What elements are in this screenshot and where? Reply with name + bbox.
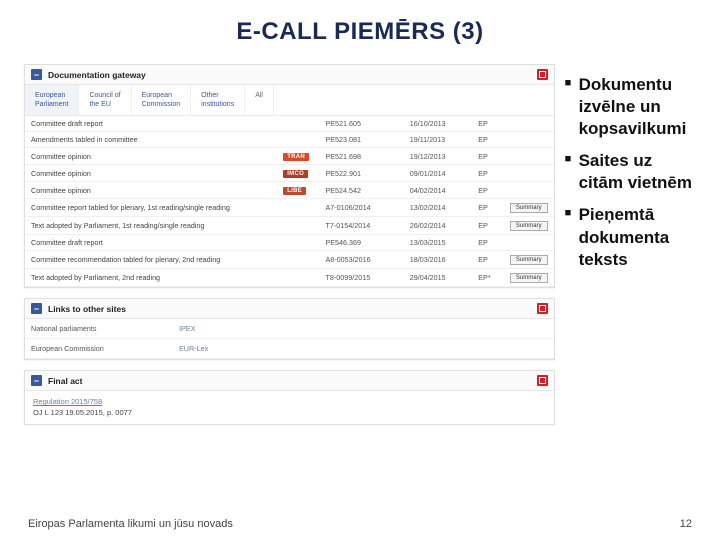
final-act-title: Final act bbox=[48, 376, 82, 386]
table-row: Text adopted by Parliament, 2nd reading T… bbox=[25, 269, 554, 287]
doc-reference[interactable]: A8-0053/2016 bbox=[319, 251, 403, 269]
doc-source: EP bbox=[472, 251, 504, 269]
bullet-item: Dokumentu izvēlne un kopsavilkumi bbox=[565, 74, 696, 140]
committee-badge: TRAN bbox=[283, 153, 309, 161]
table-row: Text adopted by Parliament, 1st reading/… bbox=[25, 217, 554, 235]
doc-description: Committee recommendation tabled for plen… bbox=[25, 251, 277, 269]
doc-gateway-title: Documentation gateway bbox=[48, 70, 146, 80]
source-tab[interactable]: Otherinstitutions bbox=[191, 85, 245, 115]
link-label: European Commission bbox=[25, 339, 173, 359]
table-row: Committee opinion LIBE PE524.54204/02/2014… bbox=[25, 182, 554, 199]
pdf-icon[interactable] bbox=[537, 303, 548, 314]
pdf-icon[interactable] bbox=[537, 375, 548, 386]
table-row: Committee report tabled for plenary, 1st… bbox=[25, 199, 554, 217]
final-act-panel: − Final act Regulation 2015/758 OJ L 123… bbox=[24, 370, 555, 425]
doc-date: 18/03/2016 bbox=[404, 251, 473, 269]
summary-button[interactable]: Summary bbox=[510, 221, 548, 231]
doc-date: 13/02/2014 bbox=[404, 199, 473, 217]
table-row: Committee opinion IMCO PE522.90109/01/2014… bbox=[25, 165, 554, 182]
doc-source: EP bbox=[472, 217, 504, 235]
committee-badge: IMCO bbox=[283, 170, 308, 178]
table-row: Committee draft report PE546.36913/03/201… bbox=[25, 235, 554, 251]
doc-date: 19/11/2013 bbox=[404, 132, 473, 148]
doc-description: Committee opinion bbox=[25, 182, 277, 199]
table-row: Committee draft report PE521.60516/10/201… bbox=[25, 116, 554, 132]
link-label: National parliaments bbox=[25, 319, 173, 339]
summary-button[interactable]: Summary bbox=[510, 203, 548, 213]
doc-reference[interactable]: PE546.369 bbox=[319, 235, 403, 251]
doc-source: EP bbox=[472, 165, 504, 182]
doc-description: Text adopted by Parliament, 1st reading/… bbox=[25, 217, 277, 235]
source-tab[interactable]: EuropeanCommission bbox=[132, 85, 192, 115]
doc-reference[interactable]: PE523.081 bbox=[319, 132, 403, 148]
external-link[interactable]: EUR-Lex bbox=[173, 339, 554, 359]
table-row: Committee opinion TRAN PE521.69819/12/2013… bbox=[25, 148, 554, 165]
screenshot-panel: − Documentation gateway EuropeanParliame… bbox=[24, 64, 555, 435]
doc-date: 19/12/2013 bbox=[404, 148, 473, 165]
doc-source: EP bbox=[472, 199, 504, 217]
links-panel: − Links to other sites National parliame… bbox=[24, 298, 555, 360]
doc-reference[interactable]: PE521.605 bbox=[319, 116, 403, 132]
bullet-item: Pieņemtā dokumenta teksts bbox=[565, 204, 696, 270]
documents-table: Committee draft report PE521.60516/10/201… bbox=[25, 116, 554, 287]
committee-badge: LIBE bbox=[283, 187, 306, 195]
external-link[interactable]: IPEX bbox=[173, 319, 554, 339]
source-tab[interactable]: EuropeanParliament bbox=[25, 85, 79, 115]
table-row: Committee recommendation tabled for plen… bbox=[25, 251, 554, 269]
doc-reference[interactable]: A7-0106/2014 bbox=[319, 199, 403, 217]
source-tab[interactable]: All bbox=[245, 85, 274, 115]
bullet-list: Dokumentu izvēlne un kopsavilkumi Saites … bbox=[565, 74, 696, 271]
doc-description: Committee draft report bbox=[25, 235, 277, 251]
doc-description: Committee report tabled for plenary, 1st… bbox=[25, 199, 277, 217]
doc-source: EP* bbox=[472, 269, 504, 287]
doc-source: EP bbox=[472, 182, 504, 199]
doc-date: 26/02/2014 bbox=[404, 217, 473, 235]
doc-source: EP bbox=[472, 235, 504, 251]
doc-date: 29/04/2015 bbox=[404, 269, 473, 287]
final-act-ref: OJ L 123 19.05.2015, p. 0077 bbox=[33, 408, 132, 417]
summary-button[interactable]: Summary bbox=[510, 273, 548, 283]
source-tab[interactable]: Council ofthe EU bbox=[79, 85, 131, 115]
bullet-item: Saites uz citām vietnēm bbox=[565, 150, 696, 194]
table-row: National parliamentsIPEX bbox=[25, 319, 554, 339]
doc-description: Text adopted by Parliament, 2nd reading bbox=[25, 269, 277, 287]
doc-date: 09/01/2014 bbox=[404, 165, 473, 182]
doc-source: EP bbox=[472, 116, 504, 132]
page-number: 12 bbox=[680, 518, 692, 530]
collapse-icon[interactable]: − bbox=[31, 303, 42, 314]
table-row: Amendments tabled in committee PE523.0811… bbox=[25, 132, 554, 148]
doc-source: EP bbox=[472, 148, 504, 165]
pdf-icon[interactable] bbox=[537, 69, 548, 80]
collapse-icon[interactable]: − bbox=[31, 69, 42, 80]
doc-reference[interactable]: T7-0154/2014 bbox=[319, 217, 403, 235]
doc-date: 16/10/2013 bbox=[404, 116, 473, 132]
source-tabs: EuropeanParliamentCouncil ofthe EUEurope… bbox=[25, 85, 554, 116]
doc-description: Committee draft report bbox=[25, 116, 277, 132]
doc-reference[interactable]: PE524.542 bbox=[319, 182, 403, 199]
collapse-icon[interactable]: − bbox=[31, 375, 42, 386]
doc-source: EP bbox=[472, 132, 504, 148]
table-row: European CommissionEUR-Lex bbox=[25, 339, 554, 359]
links-title: Links to other sites bbox=[48, 304, 126, 314]
slide-title: E-CALL PIEMĒRS (3) bbox=[24, 18, 696, 46]
doc-gateway-panel: − Documentation gateway EuropeanParliame… bbox=[24, 64, 555, 288]
doc-description: Amendments tabled in committee bbox=[25, 132, 277, 148]
doc-date: 04/02/2014 bbox=[404, 182, 473, 199]
doc-reference[interactable]: PE522.901 bbox=[319, 165, 403, 182]
doc-description: Committee opinion bbox=[25, 148, 277, 165]
doc-description: Committee opinion bbox=[25, 165, 277, 182]
footer-text: Eiropas Parlamenta likumi un jūsu novads bbox=[28, 518, 233, 530]
doc-reference[interactable]: T8-0099/2015 bbox=[319, 269, 403, 287]
summary-button[interactable]: Summary bbox=[510, 255, 548, 265]
doc-reference[interactable]: PE521.698 bbox=[319, 148, 403, 165]
doc-date: 13/03/2015 bbox=[404, 235, 473, 251]
final-act-link[interactable]: Regulation 2015/758 bbox=[33, 397, 102, 406]
